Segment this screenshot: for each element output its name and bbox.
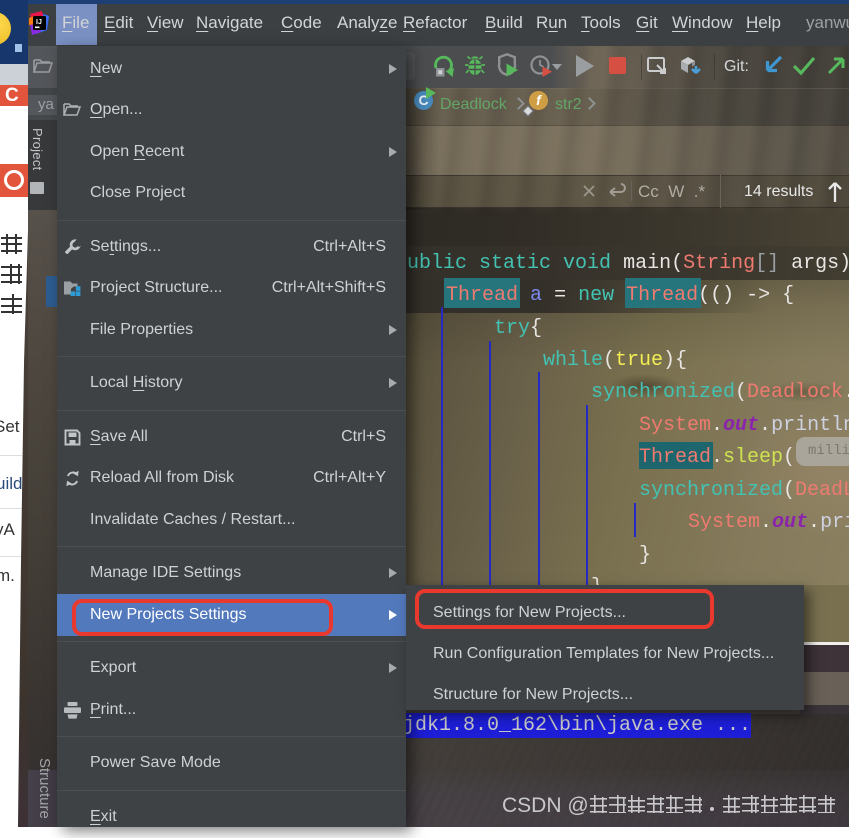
svg-text:IJ: IJ: [36, 19, 42, 26]
